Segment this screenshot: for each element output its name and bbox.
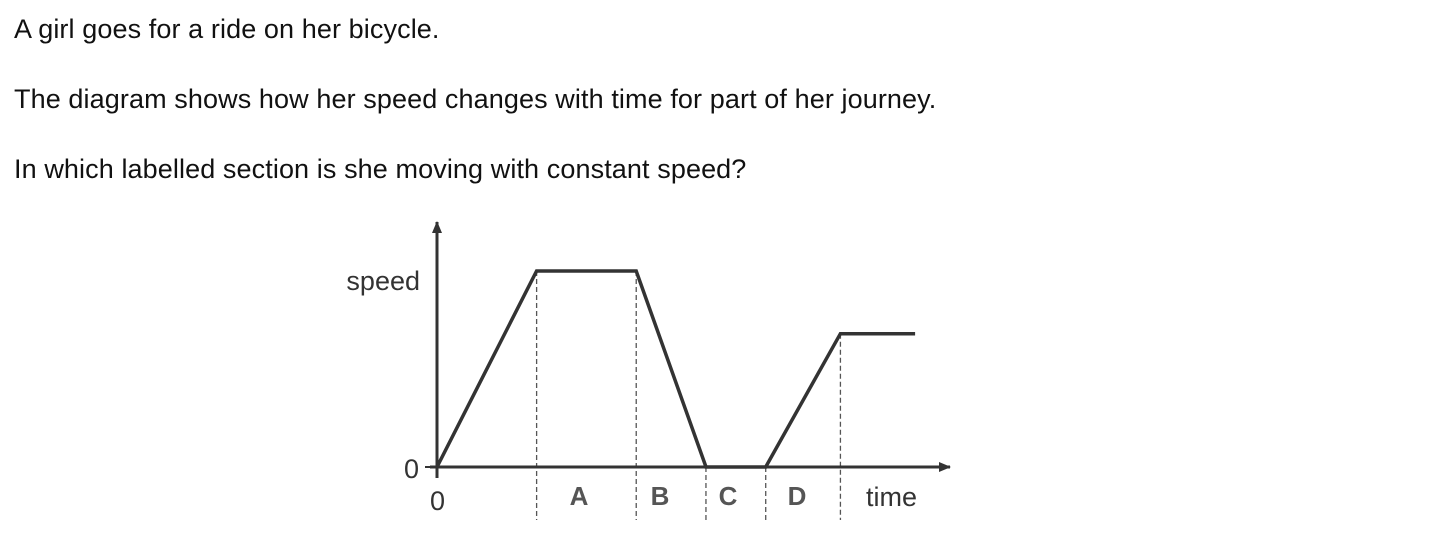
section-label-d: D (788, 481, 807, 511)
x-axis-label: time (866, 482, 917, 512)
y-origin-label: 0 (404, 454, 419, 484)
section-label-b: B (651, 481, 670, 511)
x-origin-label: 0 (430, 486, 445, 516)
speed-line (435, 269, 916, 469)
section-label-a: A (570, 481, 589, 511)
speed-time-graph: speed time 0 0 A B C D (346, 221, 951, 520)
section-label-c: C (719, 481, 738, 511)
y-axis-label: speed (346, 266, 420, 296)
